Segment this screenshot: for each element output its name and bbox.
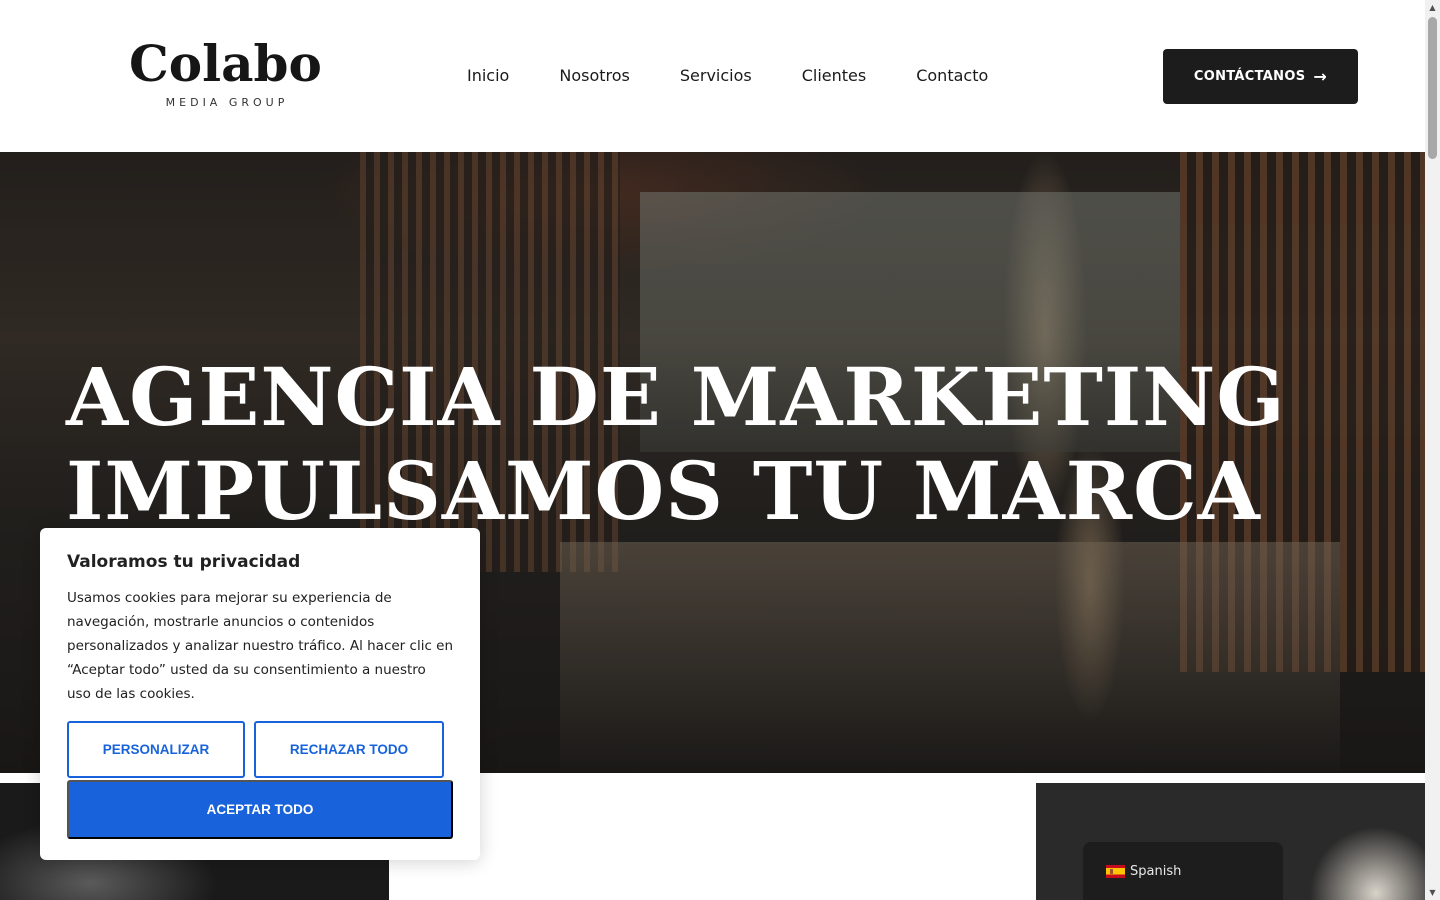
- page-scrollbar[interactable]: ▲ ▼: [1425, 0, 1440, 900]
- logo-wordmark: Colabo: [129, 34, 322, 93]
- main-nav: Inicio Nosotros Servicios Clientes Conta…: [467, 64, 988, 88]
- hero-title-line-2: IMPULSAMOS TU MARCA: [66, 444, 1261, 538]
- spain-flag-icon: [1106, 864, 1125, 878]
- language-switcher[interactable]: Spanish: [1083, 842, 1283, 900]
- scroll-up-arrow-icon[interactable]: ▲: [1425, 0, 1440, 15]
- cookie-banner-title: Valoramos tu privacidad: [67, 552, 301, 572]
- cookie-consent-banner: Valoramos tu privacidad Usamos cookies p…: [40, 528, 480, 860]
- nav-item-servicios[interactable]: Servicios: [680, 64, 752, 88]
- hero-title-line-1: AGENCIA DE MARKETING: [66, 350, 1286, 444]
- nav-item-contacto[interactable]: Contacto: [916, 64, 988, 88]
- contact-cta-label: CONTÁCTANOS: [1193, 69, 1306, 84]
- nav-item-clientes[interactable]: Clientes: [802, 64, 867, 88]
- contact-cta-button[interactable]: CONTÁCTANOS →: [1163, 49, 1358, 104]
- nav-item-inicio[interactable]: Inicio: [467, 64, 509, 88]
- nav-item-nosotros[interactable]: Nosotros: [559, 64, 630, 88]
- scrollbar-thumb[interactable]: [1428, 17, 1437, 159]
- arrow-right-icon: →: [1313, 66, 1328, 86]
- cookie-button-row: PERSONALIZAR RECHAZAR TODO: [67, 721, 444, 778]
- site-header: Colabo MEDIA GROUP Inicio Nosotros Servi…: [0, 0, 1425, 152]
- customize-cookies-button[interactable]: PERSONALIZAR: [67, 721, 245, 778]
- reject-all-button[interactable]: RECHAZAR TODO: [254, 721, 444, 778]
- accept-all-button[interactable]: ACEPTAR TODO: [67, 780, 453, 839]
- logo[interactable]: Colabo MEDIA GROUP: [129, 34, 322, 116]
- cookie-banner-text: Usamos cookies para mejorar su experienc…: [67, 590, 454, 702]
- logo-tagline: MEDIA GROUP: [165, 96, 289, 109]
- scroll-down-arrow-icon[interactable]: ▼: [1425, 885, 1440, 900]
- language-label: Spanish: [1130, 863, 1182, 879]
- hero-title: AGENCIA DE MARKETING IMPULSAMOS TU MARCA: [66, 350, 1286, 538]
